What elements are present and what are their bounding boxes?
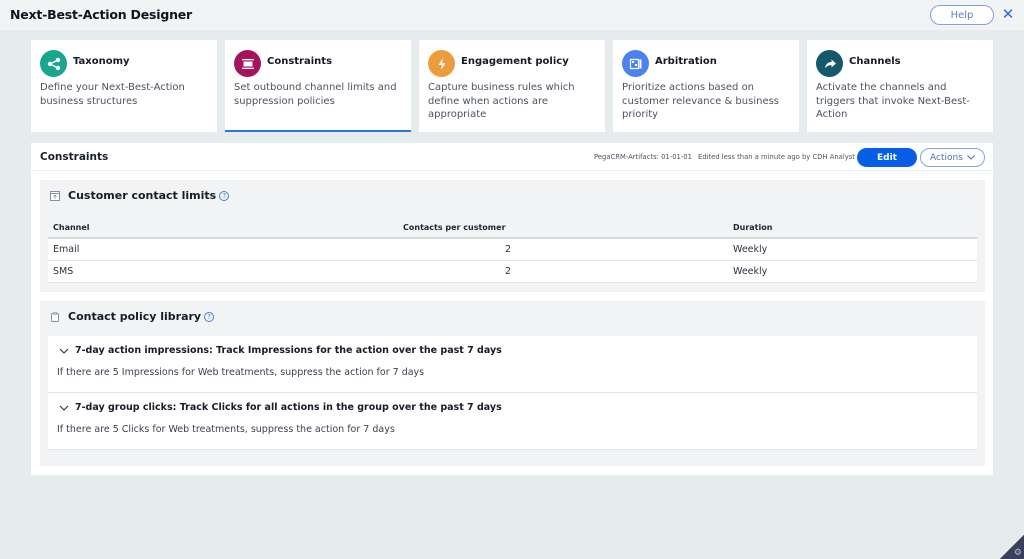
card-description: Set outbound channel limits and suppress… <box>234 82 397 107</box>
chevron-down-icon[interactable] <box>59 405 69 411</box>
policy-description: If there are 5 Clicks for Web treatments… <box>57 424 395 435</box>
table-row: Email 2 Weekly <box>48 238 977 261</box>
card-title: Taxonomy <box>73 56 130 67</box>
duration-cell: Weekly <box>728 260 977 283</box>
card-description: Define your Next-Best-Action business st… <box>40 82 185 107</box>
panel-header: Constraints PegaCRM-Artifacts: 01-01-01 E… <box>31 143 993 171</box>
edit-button[interactable]: Edit <box>857 148 917 167</box>
close-icon[interactable]: ✕ <box>1001 6 1015 22</box>
policy-item[interactable]: 7-day action impressions: Track Impressi… <box>48 336 977 393</box>
section-title: Contact policy library <box>68 310 202 323</box>
clipboard-icon <box>51 311 59 322</box>
policy-item[interactable]: 7-day group clicks: Track Clicks for all… <box>48 393 977 450</box>
app-title: Next-Best-Action Designer <box>10 7 193 22</box>
card-taxonomy[interactable]: Taxonomy Define your Next-Best-Action bu… <box>31 40 217 132</box>
card-title: Arbitration <box>655 56 717 67</box>
actions-label: Actions <box>930 152 963 163</box>
table-row: SMS 2 Weekly <box>48 260 977 283</box>
policy-title: 7-day group clicks: Track Clicks for all… <box>75 402 502 413</box>
contacts-cell: 2 <box>398 260 728 283</box>
constraints-panel: Constraints PegaCRM-Artifacts: 01-01-01 E… <box>31 143 993 475</box>
policy-description: If there are 5 Impressions for Web treat… <box>57 367 425 378</box>
section-title: Customer contact limits <box>68 189 217 202</box>
forward-arrow-icon <box>816 50 843 77</box>
card-description: Capture business rules which define when… <box>428 82 575 120</box>
policy-title: 7-day action impressions: Track Impressi… <box>75 345 502 356</box>
card-title: Constraints <box>267 56 333 67</box>
card-title: Channels <box>849 56 901 67</box>
constraints-icon <box>234 50 261 77</box>
panel-title: Constraints <box>40 151 109 163</box>
contacts-cell: 2 <box>398 238 728 261</box>
actions-button[interactable]: Actions <box>920 148 985 167</box>
card-arbitration[interactable]: Arbitration Prioritize actions based on … <box>613 40 799 132</box>
duration-cell: Weekly <box>728 238 977 261</box>
active-tab-indicator <box>225 130 411 132</box>
edited-status: Edited less than a minute ago by CDH Ana… <box>697 153 855 161</box>
column-header: Contacts per customer <box>398 218 728 239</box>
help-button[interactable]: Help <box>930 5 994 25</box>
channel-cell: Email <box>48 238 398 261</box>
rule-metadata: PegaCRM-Artifacts: 01-01-01 Edited less t… <box>594 153 861 161</box>
card-engagement-policy[interactable]: Engagement policy Capture business rules… <box>419 40 605 132</box>
channel-cell: SMS <box>48 260 398 283</box>
lightning-icon <box>428 50 455 77</box>
arbitration-icon <box>622 50 649 77</box>
card-description: Activate the channels and triggers that … <box>816 82 970 120</box>
card-constraints[interactable]: Constraints Set outbound channel limits … <box>225 40 411 132</box>
gear-icon: ⚙ <box>1013 548 1022 558</box>
chevron-down-icon[interactable] <box>59 348 69 354</box>
ruleset-version: PegaCRM-Artifacts: 01-01-01 <box>594 153 692 161</box>
column-header: Duration <box>728 218 977 239</box>
customer-contact-limits-section: Customer contact limits ? Channel Contac… <box>40 180 985 292</box>
card-description: Prioritize actions based on customer rel… <box>622 82 780 120</box>
help-icon[interactable]: ? <box>204 311 215 322</box>
table-header-row: Channel Contacts per customer Duration <box>48 218 977 239</box>
contact-policy-library-section: Contact policy library ? 7-day action im… <box>40 301 985 466</box>
card-channels[interactable]: Channels Activate the channels and trigg… <box>807 40 993 132</box>
contact-limits-table: Channel Contacts per customer Duration E… <box>48 218 977 283</box>
share-nodes-icon <box>40 50 67 77</box>
settings-corner[interactable]: ⚙ <box>1000 535 1024 559</box>
top-bar: Next-Best-Action Designer Help ✕ <box>0 0 1024 30</box>
card-title: Engagement policy <box>461 56 569 67</box>
help-icon[interactable]: ? <box>219 190 230 201</box>
limits-icon <box>50 190 60 201</box>
column-header: Channel <box>48 218 398 239</box>
chevron-down-icon <box>967 155 975 160</box>
